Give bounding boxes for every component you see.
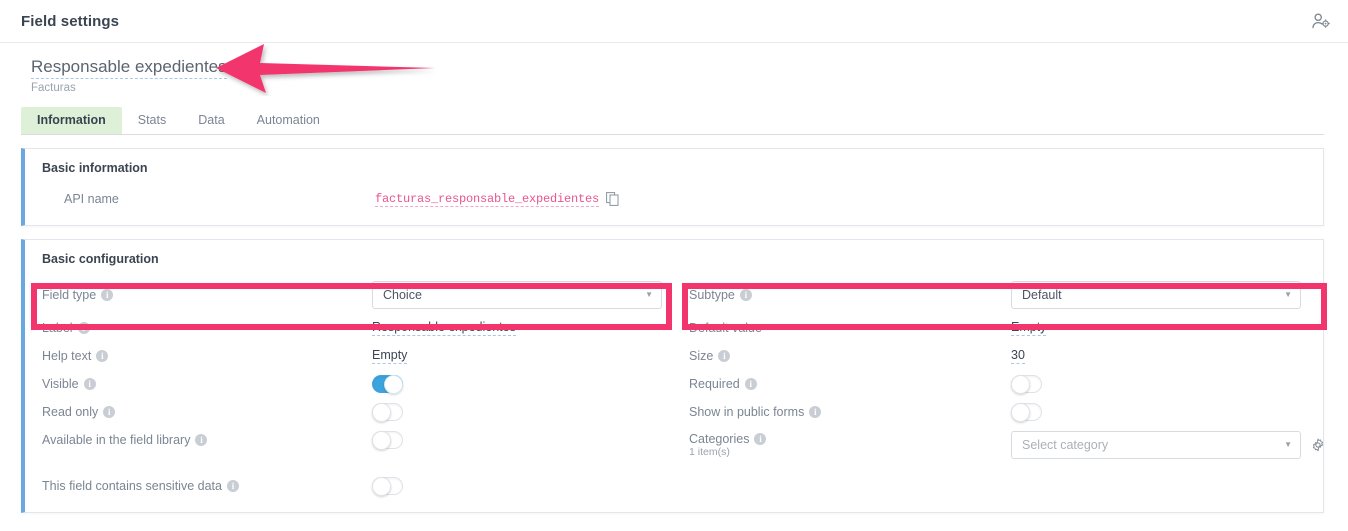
info-icon[interactable]: i [740, 289, 752, 301]
help-text-row: Help text i Empty [39, 342, 662, 370]
required-toggle[interactable] [1011, 375, 1042, 393]
chevron-down-icon: ▼ [1284, 441, 1292, 449]
app-header: Field settings [0, 0, 1348, 43]
size-value[interactable]: 30 [1011, 348, 1025, 364]
user-gear-icon[interactable] [1308, 8, 1334, 34]
read-only-toggle[interactable] [372, 403, 403, 421]
field-type-label: Field type [42, 288, 96, 302]
chevron-down-icon: ▼ [645, 291, 653, 299]
categories-count: 1 item(s) [689, 446, 766, 458]
config-right-column: Subtype i Default ▼ Default value [674, 276, 1309, 500]
subtype-select[interactable]: Default ▼ [1011, 281, 1301, 309]
public-forms-label: Show in public forms [689, 405, 804, 419]
required-label: Required [689, 377, 740, 391]
basic-information-card: Basic information API name facturas_resp… [21, 148, 1324, 226]
tab-information[interactable]: Information [21, 107, 122, 134]
visible-toggle[interactable] [372, 375, 403, 393]
sensitive-data-toggle[interactable] [372, 477, 403, 495]
info-icon[interactable]: i [754, 433, 766, 445]
copy-icon[interactable] [606, 192, 619, 206]
subtype-value: Default [1022, 288, 1062, 302]
help-text-value[interactable]: Empty [372, 348, 407, 364]
tab-stats[interactable]: Stats [122, 107, 183, 134]
read-only-row: Read only i [39, 398, 662, 426]
api-name-value[interactable]: facturas_responsable_expedientes [375, 192, 599, 207]
default-value-row: Default value Empty [686, 314, 1309, 342]
info-icon[interactable]: i [718, 350, 730, 362]
visible-label: Visible [42, 377, 79, 391]
basic-information-body: API name facturas_responsable_expediente… [25, 185, 1323, 225]
page-title: Field settings [21, 13, 119, 30]
label-row: Label i Responsable expedientes [39, 314, 662, 342]
api-name-label: API name [64, 192, 119, 206]
visible-row: Visible i [39, 370, 662, 398]
size-row: Size i 30 [686, 342, 1309, 370]
basic-configuration-title: Basic configuration [25, 240, 1323, 276]
categories-row: Categories i 1 item(s) Select category ▼ [686, 426, 1309, 464]
row-spacer [39, 454, 662, 472]
field-library-label: Available in the field library [42, 433, 190, 447]
default-value-label: Default value [689, 321, 762, 335]
field-name-title[interactable]: Responsable expedientes [31, 56, 227, 79]
public-forms-row: Show in public forms i [686, 398, 1309, 426]
field-library-toggle[interactable] [372, 431, 403, 449]
tab-bar: Information Stats Data Automation [21, 108, 1324, 135]
info-icon[interactable]: i [78, 322, 90, 334]
basic-configuration-card: Basic configuration Field type i Choice … [21, 239, 1324, 513]
tab-data[interactable]: Data [182, 107, 240, 134]
chevron-down-icon: ▼ [1284, 291, 1292, 299]
info-icon[interactable]: i [195, 434, 207, 446]
tab-automation[interactable]: Automation [241, 107, 336, 134]
info-icon[interactable]: i [96, 350, 108, 362]
default-value-value[interactable]: Empty [1011, 320, 1046, 336]
sensitive-data-row: This field contains sensitive data i [39, 472, 662, 500]
info-icon[interactable]: i [809, 406, 821, 418]
field-type-row: Field type i Choice ▼ [39, 276, 662, 314]
help-text-label: Help text [42, 349, 91, 363]
basic-information-title: Basic information [25, 149, 1323, 185]
read-only-label: Read only [42, 405, 98, 419]
categories-placeholder: Select category [1022, 438, 1108, 452]
field-type-select[interactable]: Choice ▼ [372, 281, 662, 309]
label-label: Label [42, 321, 73, 335]
gear-icon[interactable] [1311, 438, 1325, 452]
api-name-row: API name facturas_responsable_expediente… [39, 185, 1309, 213]
subtype-row: Subtype i Default ▼ [686, 276, 1309, 314]
info-icon[interactable]: i [84, 378, 96, 390]
basic-configuration-body: Field type i Choice ▼ Label i [25, 276, 1323, 512]
categories-label: Categories [689, 432, 749, 446]
info-icon[interactable]: i [227, 480, 239, 492]
public-forms-toggle[interactable] [1011, 403, 1042, 421]
header-actions [1308, 8, 1334, 34]
subtype-label: Subtype [689, 288, 735, 302]
info-icon[interactable]: i [103, 406, 115, 418]
size-label: Size [689, 349, 713, 363]
field-library-row: Available in the field library i [39, 426, 662, 454]
field-type-value: Choice [383, 288, 422, 302]
label-value[interactable]: Responsable expedientes [372, 320, 516, 336]
config-left-column: Field type i Choice ▼ Label i [39, 276, 674, 500]
field-parent-object: Facturas [31, 82, 1348, 94]
record-header: Responsable expedientes Facturas [0, 43, 1348, 94]
info-icon[interactable]: i [101, 289, 113, 301]
categories-select[interactable]: Select category ▼ [1011, 431, 1301, 459]
required-row: Required i [686, 370, 1309, 398]
sensitive-data-label: This field contains sensitive data [42, 479, 222, 493]
info-icon[interactable]: i [745, 378, 757, 390]
